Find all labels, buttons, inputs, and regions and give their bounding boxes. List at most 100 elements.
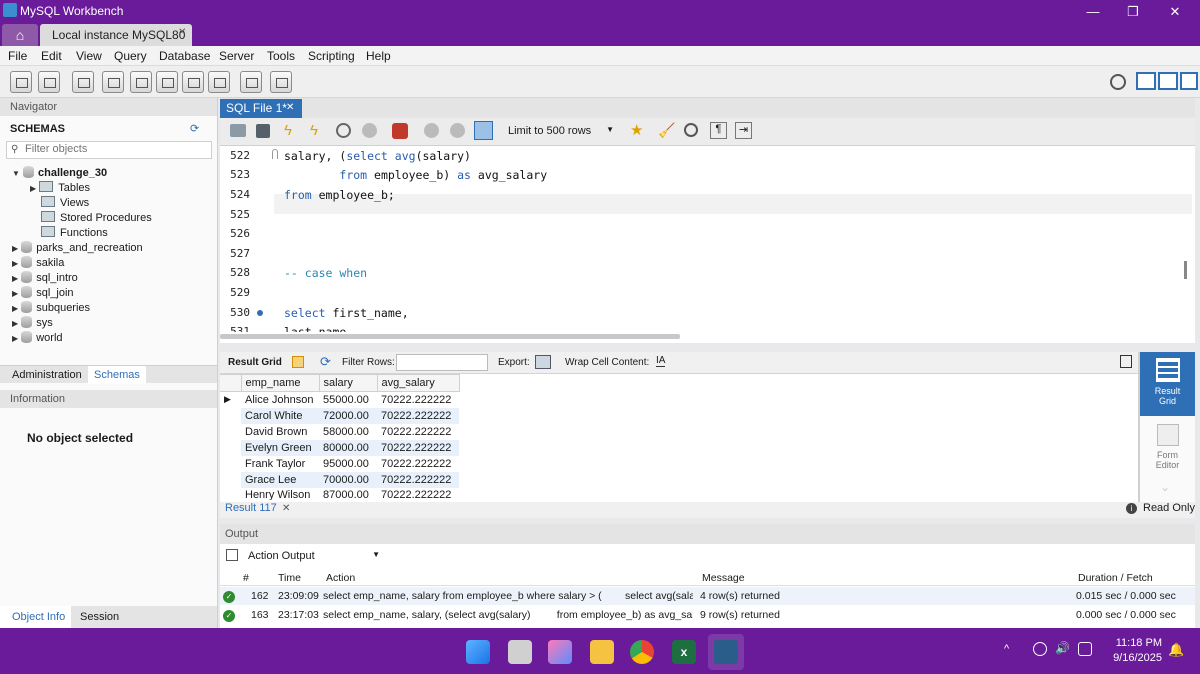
- copy-icon[interactable]: [226, 549, 238, 561]
- schema-item[interactable]: ▶ world: [12, 331, 63, 344]
- schema-item[interactable]: ▶ parks_and_recreation: [12, 241, 143, 254]
- menu-tools[interactable]: Tools: [267, 49, 295, 63]
- cell[interactable]: 70222.222222: [381, 489, 451, 500]
- cell[interactable]: 70222.222222: [377, 424, 459, 440]
- copilot-icon[interactable]: [548, 640, 572, 664]
- schema-item[interactable]: ▶ sakila: [12, 256, 64, 269]
- menu-server[interactable]: Server: [219, 49, 254, 63]
- column-header[interactable]: Action: [326, 572, 355, 584]
- chevron-down-icon[interactable]: ⌄: [1160, 480, 1170, 494]
- cell[interactable]: 70222.222222: [377, 439, 459, 456]
- row-selector[interactable]: [220, 408, 241, 424]
- table-row[interactable]: Carol White 72000.00 70222.222222: [220, 407, 459, 424]
- refresh-icon[interactable]: ⟳: [320, 354, 331, 370]
- row-selector[interactable]: [220, 456, 241, 472]
- output-row[interactable]: ✓ 163 23:17:03 select emp_name, salary, …: [220, 606, 1195, 624]
- stop-icon[interactable]: [362, 123, 377, 138]
- create-table-icon[interactable]: [130, 71, 152, 93]
- column-header[interactable]: Duration / Fetch: [1078, 572, 1153, 584]
- minimize-button[interactable]: —: [1078, 2, 1108, 22]
- cell[interactable]: 70222.222222: [377, 407, 459, 424]
- expand-arrow-icon[interactable]: ▶: [12, 289, 18, 298]
- column-header[interactable]: salary: [318, 374, 378, 392]
- tree-item-stored-procedures[interactable]: Stored Procedures: [41, 211, 152, 224]
- fold-marker-icon[interactable]: [272, 149, 278, 159]
- notification-bell-icon[interactable]: 🔔: [1168, 642, 1184, 658]
- inspector-icon[interactable]: [72, 71, 94, 93]
- excel-icon[interactable]: x: [672, 640, 696, 664]
- toggle-output-icon[interactable]: [1158, 72, 1178, 90]
- file-explorer-icon[interactable]: [590, 640, 614, 664]
- column-header[interactable]: emp_name: [240, 374, 320, 392]
- menu-scripting[interactable]: Scripting: [308, 49, 355, 63]
- close-button[interactable]: ✕: [1160, 2, 1190, 22]
- menu-help[interactable]: Help: [366, 49, 391, 63]
- execute-icon[interactable]: ϟ: [284, 122, 292, 139]
- tree-item-functions[interactable]: Functions: [41, 226, 108, 239]
- expand-arrow-icon[interactable]: ▶: [12, 274, 18, 283]
- cell[interactable]: 55000.00: [319, 392, 377, 408]
- cell[interactable]: 87000.00: [323, 489, 369, 500]
- cell[interactable]: Evelyn Green: [241, 439, 319, 456]
- rollback-icon[interactable]: [450, 123, 465, 138]
- row-selector[interactable]: [220, 472, 241, 488]
- maximize-button[interactable]: ❐: [1118, 2, 1148, 22]
- explain-icon[interactable]: [336, 123, 351, 138]
- open-file-icon[interactable]: [230, 124, 246, 137]
- home-tab[interactable]: ⌂: [2, 24, 38, 46]
- mysql-workbench-taskbar-button[interactable]: [708, 634, 744, 670]
- toggle-errors-icon[interactable]: [392, 123, 408, 139]
- filter-objects-input[interactable]: [25, 143, 205, 155]
- table-row[interactable]: ▶ Alice Johnson 55000.00 70222.222222: [220, 392, 459, 408]
- cell[interactable]: Grace Lee: [241, 471, 319, 488]
- close-result-tab-icon[interactable]: ✕: [282, 503, 290, 514]
- open-sql-script-icon[interactable]: [38, 71, 60, 93]
- expand-arrow-icon[interactable]: ▶: [12, 304, 18, 313]
- schema-item[interactable]: ▶ sql_join: [12, 286, 74, 299]
- cell[interactable]: Alice Johnson: [241, 392, 319, 408]
- code-area[interactable]: 522 523 524 525 526 527 528 529 530 531 …: [220, 146, 1195, 332]
- create-procedure-icon[interactable]: [182, 71, 204, 93]
- filter-objects-field[interactable]: ⚲: [6, 141, 212, 159]
- table-row[interactable]: David Brown 58000.00 70222.222222: [220, 424, 459, 440]
- form-editor-side-button[interactable]: Form Editor: [1140, 420, 1195, 478]
- menu-view[interactable]: View: [76, 49, 102, 63]
- network-icon[interactable]: [1033, 642, 1047, 656]
- filter-rows-input[interactable]: [396, 354, 488, 371]
- schema-challenge-30[interactable]: ▼ challenge_30: [12, 166, 107, 179]
- cell[interactable]: 72000.00: [319, 407, 377, 424]
- cell[interactable]: 70222.222222: [377, 456, 459, 472]
- toggle-sidebar-icon[interactable]: [1136, 72, 1156, 90]
- add-snippet-icon[interactable]: ★: [630, 121, 643, 139]
- expand-arrow-icon[interactable]: ▶: [12, 334, 18, 343]
- create-view-icon[interactable]: [156, 71, 178, 93]
- result-tab[interactable]: Result 117: [225, 502, 277, 514]
- expand-arrow-icon[interactable]: ▶: [12, 244, 18, 253]
- create-schema-icon[interactable]: [102, 71, 124, 93]
- row-selector[interactable]: [220, 424, 241, 440]
- wrap-lines-icon[interactable]: ⇥: [735, 122, 752, 139]
- cell[interactable]: 80000.00: [319, 439, 377, 456]
- cell[interactable]: 70222.222222: [377, 392, 459, 408]
- tab-schemas[interactable]: Schemas: [88, 366, 146, 384]
- chrome-icon[interactable]: [630, 640, 654, 664]
- table-row[interactable]: Frank Taylor 95000.00 70222.222222: [220, 456, 459, 472]
- column-header[interactable]: avg_salary: [376, 374, 460, 392]
- column-header[interactable]: Time: [278, 572, 301, 584]
- start-icon[interactable]: [466, 640, 490, 664]
- cell[interactable]: 58000.00: [319, 424, 377, 440]
- cell[interactable]: 70222.222222: [377, 471, 459, 488]
- export-icon[interactable]: [535, 355, 551, 369]
- schema-item[interactable]: ▶ subqueries: [12, 301, 90, 314]
- expand-arrow-icon[interactable]: ▶: [12, 259, 18, 268]
- connection-tab[interactable]: Local instance MySQL80 ✕: [40, 24, 192, 46]
- column-header[interactable]: Message: [702, 572, 745, 584]
- execute-current-icon[interactable]: ϟ: [310, 122, 318, 139]
- expand-arrow-icon[interactable]: ▶: [12, 319, 18, 328]
- table-row[interactable]: Evelyn Green 80000.00 70222.222222: [220, 439, 459, 456]
- save-icon[interactable]: [256, 124, 270, 138]
- vertical-scrollbar[interactable]: [1184, 261, 1187, 279]
- search-table-data-icon[interactable]: [240, 71, 262, 93]
- chevron-up-icon[interactable]: ^: [1004, 643, 1009, 655]
- tab-object-info[interactable]: Object Info: [0, 606, 72, 628]
